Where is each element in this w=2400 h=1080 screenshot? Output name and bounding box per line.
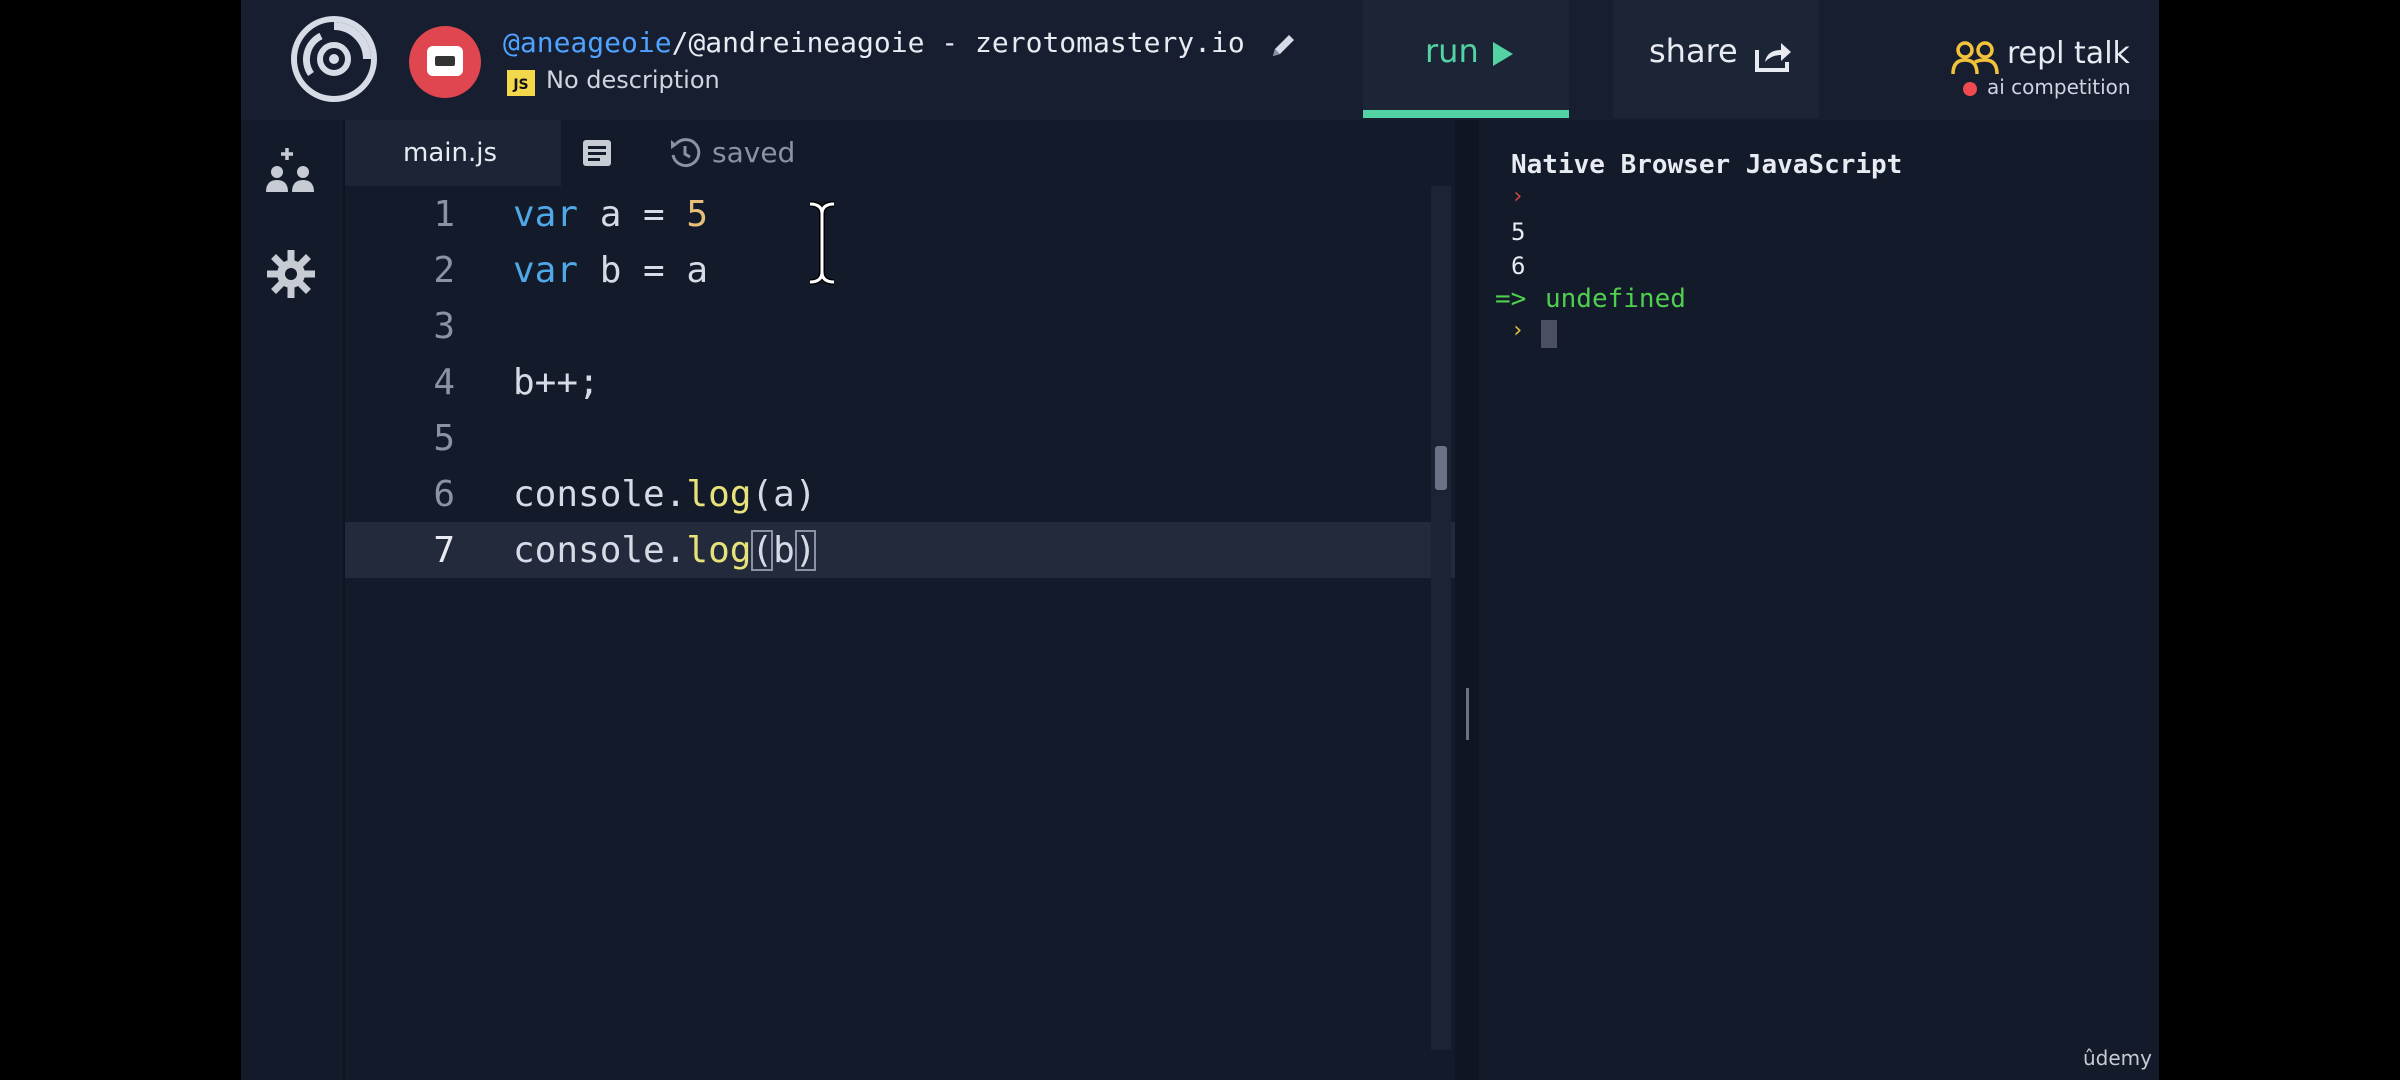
notes-icon[interactable] xyxy=(581,138,613,168)
console-output-line: 5 xyxy=(1511,218,1526,246)
save-status: saved xyxy=(712,136,796,169)
line-number: 2 xyxy=(433,250,455,291)
console-prompt-icon: › xyxy=(1511,184,1525,209)
editor-scrollbar-thumb[interactable] xyxy=(1435,446,1447,490)
owner-link[interactable]: @aneageoie xyxy=(503,26,672,59)
code-text[interactable]: b++; xyxy=(513,362,600,403)
console-input[interactable] xyxy=(1541,320,1557,348)
code-line[interactable]: 6 console.log(a) xyxy=(345,466,1455,522)
code-token: ( xyxy=(751,530,774,571)
tab-main-js[interactable]: main.js xyxy=(345,120,561,186)
history-icon[interactable] xyxy=(668,136,702,170)
repl-description[interactable]: No description xyxy=(546,66,720,94)
code-token: b = a xyxy=(578,250,709,291)
result-arrow: => xyxy=(1495,284,1527,314)
js-language-badge: JS xyxy=(507,70,535,96)
console-input-prompt-icon: › xyxy=(1511,318,1525,343)
code-token: log xyxy=(686,530,752,571)
tab-main-js-label: main.js xyxy=(403,138,497,168)
code-text[interactable]: console.log(a) xyxy=(513,474,816,515)
top-header: @aneageoie/@andreineagoie - zerotomaster… xyxy=(241,0,2159,122)
repl-talk-sublabel[interactable]: ai competition xyxy=(1987,75,2131,99)
code-text[interactable]: var a = 5 xyxy=(513,194,708,235)
code-line[interactable]: 2 var b = a xyxy=(345,242,1455,298)
repl-title[interactable]: @aneageoie/@andreineagoie - zerotomaster… xyxy=(503,26,1245,59)
run-active-indicator xyxy=(1363,110,1569,118)
code-token: (a) xyxy=(751,474,817,515)
code-line[interactable]: 3 xyxy=(345,298,1455,354)
share-icon xyxy=(1755,43,1791,72)
line-number: 7 xyxy=(433,530,455,571)
left-sidebar xyxy=(241,120,345,1080)
repl-name: @andreineagoie - zerotomastery.io xyxy=(688,26,1245,59)
line-number: 4 xyxy=(433,362,455,403)
code-text[interactable]: var b = a xyxy=(513,250,708,291)
code-token: var xyxy=(513,250,579,291)
code-token: b xyxy=(773,530,795,571)
console-title: Native Browser JavaScript xyxy=(1511,150,1903,180)
code-line[interactable]: 7 console.log(b) xyxy=(345,522,1455,578)
pencil-icon[interactable] xyxy=(1269,30,1299,60)
code-token: a = xyxy=(578,194,687,235)
replit-logo-icon[interactable] xyxy=(291,16,377,102)
add-users-icon[interactable] xyxy=(263,144,319,198)
code-line[interactable]: 4 b++; xyxy=(345,354,1455,410)
result-value: undefined xyxy=(1545,284,1686,314)
code-token: var xyxy=(513,194,579,235)
run-label: run xyxy=(1425,32,1479,70)
editor-tab-bar: main.js saved xyxy=(345,120,1455,186)
line-number: 6 xyxy=(433,474,455,515)
code-token: console. xyxy=(513,474,687,515)
console-output-line: 6 xyxy=(1511,252,1526,280)
gear-icon[interactable] xyxy=(267,250,315,298)
share-label: share xyxy=(1649,32,1738,70)
code-token: b++; xyxy=(513,362,600,403)
share-button[interactable]: share xyxy=(1613,0,1819,118)
robot-icon xyxy=(427,46,463,76)
repl-talk-link[interactable]: repl talk xyxy=(2007,36,2130,71)
line-number: 1 xyxy=(433,194,455,235)
code-token: 5 xyxy=(686,194,709,235)
notification-dot xyxy=(1963,82,1977,96)
code-lines[interactable]: 1 var a = 5 2 var b = a 3 4 b++; 5 6 console.log(… xyxy=(345,186,1455,578)
repl-app: @aneageoie/@andreineagoie - zerotomaster… xyxy=(241,0,2159,1080)
code-token: log xyxy=(686,474,752,515)
play-icon xyxy=(1493,42,1513,66)
code-editor[interactable]: main.js saved 1 var a = 5 2 var b = a 3 4 b++;… xyxy=(345,120,1455,1080)
pane-splitter[interactable] xyxy=(1455,120,1479,1080)
code-line[interactable]: 5 xyxy=(345,410,1455,466)
user-avatar[interactable] xyxy=(409,26,481,98)
splitter-handle[interactable] xyxy=(1466,688,1469,740)
code-token: console. xyxy=(513,530,687,571)
line-number: 5 xyxy=(433,418,455,459)
console-panel[interactable]: Native Browser JavaScript › 5 6 => undef… xyxy=(1479,120,2159,1080)
text-cursor-icon xyxy=(809,201,835,285)
code-token: ) xyxy=(794,530,817,571)
code-line[interactable]: 1 var a = 5 xyxy=(345,186,1455,242)
editor-scrollbar-track[interactable] xyxy=(1431,186,1451,1050)
code-text[interactable]: console.log(b) xyxy=(513,530,817,571)
line-number: 3 xyxy=(433,306,455,347)
run-button[interactable]: run xyxy=(1363,0,1569,118)
udemy-watermark: ûdemy xyxy=(2083,1046,2152,1070)
title-separator: / xyxy=(671,26,689,59)
repl-talk-icon[interactable] xyxy=(1951,40,1999,76)
